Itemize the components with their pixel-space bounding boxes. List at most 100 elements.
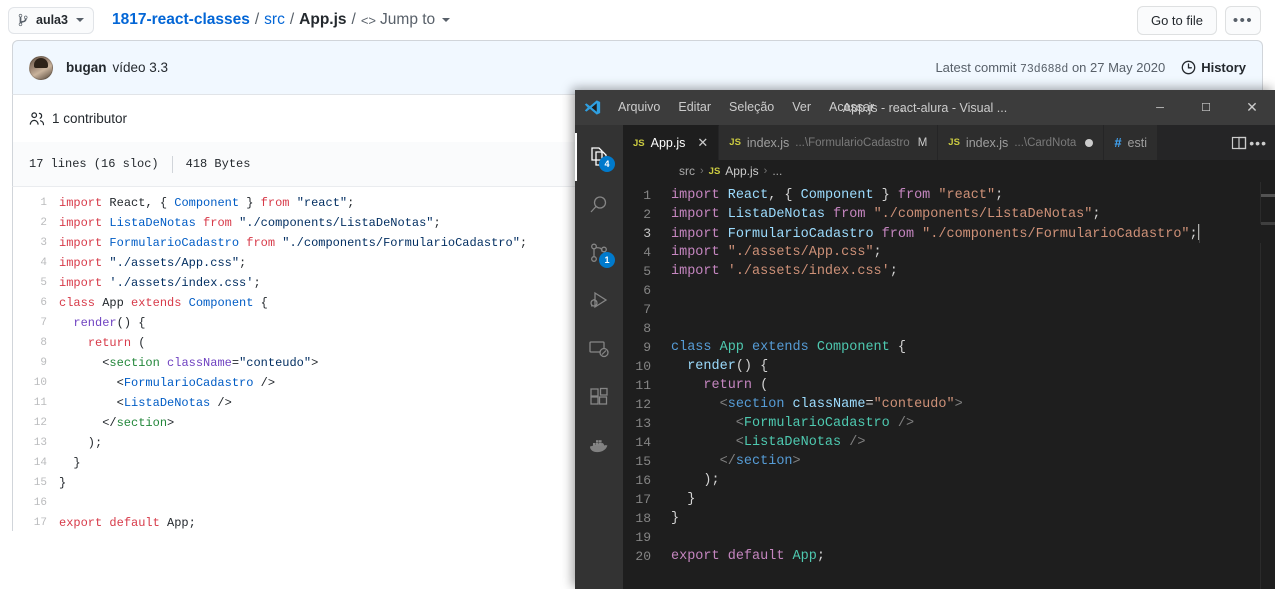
contributors-link[interactable]: 1 contributor xyxy=(29,111,127,127)
editor-line: 10 render() { xyxy=(623,357,1275,376)
code-token: ListaDeNotas xyxy=(727,207,825,222)
code-token: React xyxy=(727,188,769,203)
menu-item-editar[interactable]: Editar xyxy=(669,90,720,125)
breadcrumb-folder[interactable]: src xyxy=(679,164,695,178)
maximize-button[interactable]: ☐ xyxy=(1183,90,1229,125)
activity-run-debug-button[interactable] xyxy=(575,277,623,325)
code-token: className xyxy=(792,397,866,412)
source-control-badge: 1 xyxy=(599,252,615,268)
code-token: ; xyxy=(239,256,247,270)
tab-close-icon[interactable]: ✕ xyxy=(697,135,708,151)
breadcrumb-dir-link[interactable]: src xyxy=(264,11,285,29)
code-line-content: ); xyxy=(59,433,102,453)
line-number: 6 xyxy=(643,283,651,298)
latest-commit-meta: Latest commit 73d688d on 27 May 2020 xyxy=(935,60,1165,76)
editor-tab-index-js[interactable]: JS index.js ...\FormularioCadastro M xyxy=(719,125,939,160)
line-number: 9 xyxy=(643,340,651,355)
code-token: /> xyxy=(210,396,232,410)
line-number: 9 xyxy=(40,357,47,369)
line-number: 4 xyxy=(643,245,651,260)
editor-tab-index-js[interactable]: JS index.js ...\CardNota xyxy=(938,125,1105,160)
minimize-button[interactable]: ─ xyxy=(1137,90,1183,125)
code-token: = xyxy=(865,397,874,412)
vscode-editor[interactable]: 1 import React, { Component } from "react… xyxy=(623,182,1275,589)
code-line-content: import FormularioCadastro from "./compon… xyxy=(59,233,527,253)
code-token: "./components/ListaDeNotas" xyxy=(873,207,1093,222)
code-token: from xyxy=(881,227,923,242)
commit-date: 27 May 2020 xyxy=(1090,59,1166,75)
code-token: = xyxy=(231,356,240,370)
menu-item-seleo[interactable]: Seleção xyxy=(720,90,783,125)
code-line-content: class App extends Component { xyxy=(59,293,268,313)
menu-item-acessar[interactable]: Acessar xyxy=(820,90,883,125)
close-button[interactable]: ✕ xyxy=(1229,90,1275,125)
breadcrumb-separator: › xyxy=(700,165,704,177)
code-token: section xyxy=(735,454,793,469)
code-token: FormularioCadastro xyxy=(727,227,874,242)
avatar xyxy=(29,55,53,80)
code-token: className xyxy=(167,356,232,370)
editor-tab-app-js[interactable]: JS App.js ✕ xyxy=(623,125,720,160)
code-token: return xyxy=(703,378,753,393)
vscode-tab-bar: JS App.js ✕ JS index.js ...\FormularioCadastr… xyxy=(623,125,1275,160)
code-token: ; xyxy=(347,196,355,210)
code-token: section xyxy=(116,416,168,430)
breadcrumb-file[interactable]: App.js xyxy=(725,164,758,178)
code-token: } xyxy=(239,196,261,210)
line-number: 15 xyxy=(33,477,47,489)
code-token: "react" xyxy=(938,188,996,203)
code-line-content: import React, { Component } from "react"… xyxy=(59,193,354,213)
code-line-content: <ListaDeNotas /> xyxy=(59,393,232,413)
activity-search-button[interactable] xyxy=(575,181,623,229)
menu-item-ver[interactable]: Ver xyxy=(783,90,820,125)
branch-selector-button[interactable]: aula3 xyxy=(8,6,94,34)
line-number: 16 xyxy=(635,473,651,488)
editor-line-content: return ( xyxy=(671,376,768,395)
go-to-file-button[interactable]: Go to file xyxy=(1136,5,1217,35)
code-token: ListaDeNotas xyxy=(743,435,842,450)
menu-item-[interactable]: … xyxy=(883,90,915,125)
commit-sha-link[interactable]: 73d688d xyxy=(1020,63,1068,76)
more-options-button[interactable]: ••• xyxy=(1225,5,1261,35)
activity-source-control-button[interactable]: 1 xyxy=(575,229,623,277)
commit-message-link[interactable]: vídeo 3.3 xyxy=(113,60,169,75)
code-token: FormularioCadastro xyxy=(109,236,240,250)
activity-extensions-button[interactable] xyxy=(575,373,623,421)
code-token: Component xyxy=(800,188,874,203)
code-token: from xyxy=(260,196,297,210)
activity-docker-button[interactable] xyxy=(575,421,623,469)
meta-divider xyxy=(171,155,173,173)
vscode-activity-bar: 4 1 xyxy=(575,125,623,589)
code-token: ( xyxy=(131,336,146,350)
split-editor-icon[interactable] xyxy=(1231,135,1247,151)
code-line-content: render() { xyxy=(59,313,145,333)
activity-explorer-button[interactable]: 4 xyxy=(575,133,623,181)
code-token: < xyxy=(59,396,124,410)
vscode-logo-icon xyxy=(575,99,609,116)
code-token: render xyxy=(687,359,736,374)
commit-author-link[interactable]: bugan xyxy=(66,60,107,75)
line-number: 7 xyxy=(643,302,651,317)
code-token: > xyxy=(954,397,963,412)
code-token: </ xyxy=(671,454,736,469)
editor-more-actions-button[interactable]: ••• xyxy=(1249,135,1267,151)
menu-item-arquivo[interactable]: Arquivo xyxy=(609,90,669,125)
code-token: < xyxy=(671,397,728,412)
line-number: 17 xyxy=(635,492,651,507)
editor-line-content: import FormularioCadastro from "./compon… xyxy=(671,224,1200,243)
tab-label: esti xyxy=(1127,135,1147,150)
editor-overview-ruler[interactable] xyxy=(1261,182,1275,589)
editor-tab-esti[interactable]: # esti xyxy=(1104,125,1158,160)
vscode-window: Arquivo Editar Seleção Ver Acessar… App.js -… xyxy=(575,90,1275,589)
breadcrumb-repo-link[interactable]: 1817-react-classes xyxy=(112,11,250,29)
code-token: "./components/FormularioCadastro" xyxy=(922,227,1190,242)
code-token: ); xyxy=(671,473,720,488)
history-link[interactable]: History xyxy=(1181,60,1246,75)
activity-remote-explorer-button[interactable] xyxy=(575,325,623,373)
line-number: 12 xyxy=(635,397,651,412)
jump-to-button[interactable]: <> Jump to xyxy=(361,11,451,29)
js-file-icon: JS xyxy=(633,137,645,149)
breadcrumb-symbol[interactable]: ... xyxy=(772,164,782,178)
vscode-body: 4 1 JS App.js ✕ JS index.js ...\Formular… xyxy=(575,125,1275,589)
